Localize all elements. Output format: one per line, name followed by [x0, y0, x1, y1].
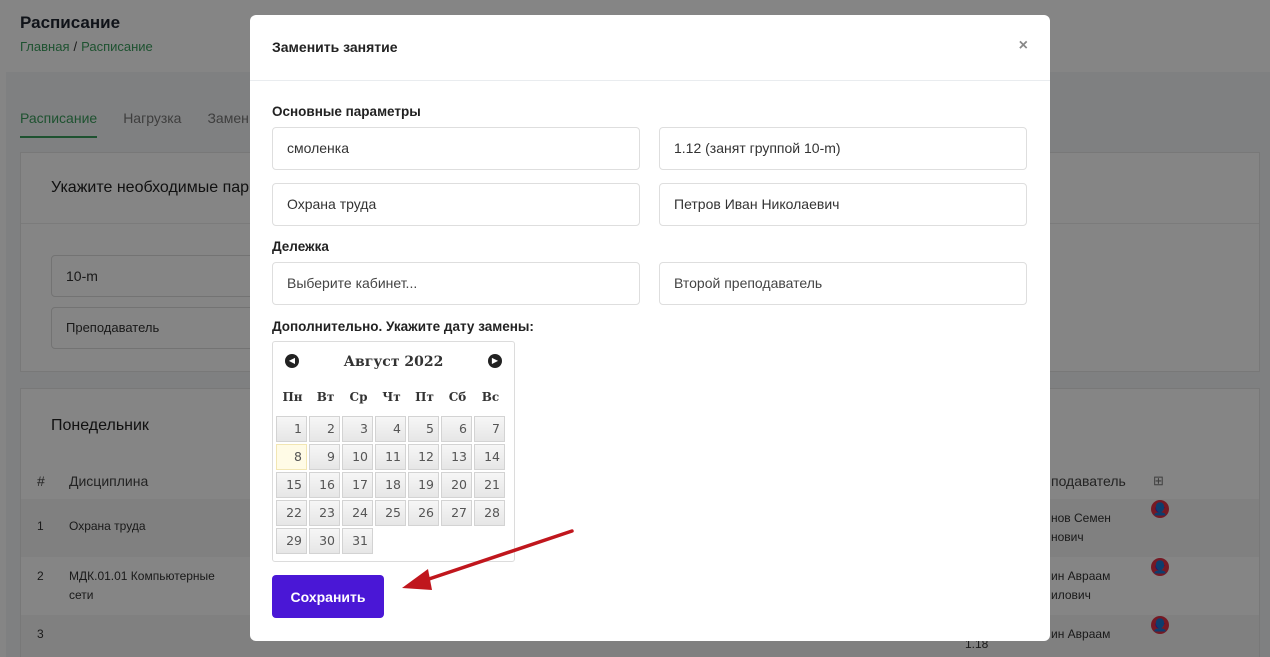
calendar-day[interactable]: 21	[474, 472, 505, 498]
calendar-day[interactable]: 25	[375, 500, 406, 526]
save-button[interactable]: Сохранить	[272, 575, 384, 618]
calendar-day[interactable]: 26	[408, 500, 439, 526]
datepicker: ◀ Август 2022 ▶ Пн Вт Ср Чт Пт Сб Вс 123456789…	[272, 341, 515, 562]
calendar-day[interactable]: 7	[474, 416, 505, 442]
calendar-day[interactable]: 1	[276, 416, 307, 442]
building-select[interactable]: смоленка	[272, 127, 640, 170]
weekday-label: Ср	[349, 390, 368, 404]
calendar-day[interactable]: 30	[309, 528, 340, 554]
datepicker-days: 1 2 3 4 5 6 7 8 9 10 11 12 13 14 15 16 17 18 19 20 21 22 23 24 2…	[276, 416, 511, 554]
calendar-day[interactable]: 2	[309, 416, 340, 442]
calendar-day[interactable]: 19	[408, 472, 439, 498]
extra-label: Дополнительно. Укажите дату замены:	[272, 319, 534, 334]
calendar-day[interactable]: 24	[342, 500, 373, 526]
replace-lesson-modal: Заменить занятие × Основные параметры см…	[250, 15, 1050, 641]
calendar-day[interactable]: 14	[474, 444, 505, 470]
calendar-day[interactable]: 13	[441, 444, 472, 470]
weekday-label: Вт	[316, 390, 335, 404]
calendar-day[interactable]: 27	[441, 500, 472, 526]
modal-title: Заменить занятие	[272, 39, 398, 55]
calendar-day[interactable]: 8	[276, 444, 307, 470]
second-teacher-select[interactable]: Второй преподаватель	[659, 262, 1027, 305]
calendar-day[interactable]: 6	[441, 416, 472, 442]
calendar-day[interactable]: 22	[276, 500, 307, 526]
weekday-label: Вс	[481, 390, 500, 404]
calendar-day[interactable]: 3	[342, 416, 373, 442]
datepicker-month-title: Август 2022	[343, 354, 444, 370]
weekday-label: Пн	[282, 390, 303, 404]
split-label: Дележка	[272, 239, 329, 254]
room-select[interactable]: 1.12 (занят группой 10-m)	[659, 127, 1027, 170]
weekday-label: Пт	[415, 390, 434, 404]
calendar-day[interactable]: 17	[342, 472, 373, 498]
calendar-day[interactable]: 31	[342, 528, 373, 554]
datepicker-header: ◀ Август 2022 ▶	[276, 345, 511, 378]
split-room-select[interactable]: Выберите кабинет...	[272, 262, 640, 305]
calendar-day[interactable]: 4	[375, 416, 406, 442]
calendar-day[interactable]: 28	[474, 500, 505, 526]
calendar-day[interactable]: 29	[276, 528, 307, 554]
subject-select[interactable]: Охрана труда	[272, 183, 640, 226]
calendar-day[interactable]: 16	[309, 472, 340, 498]
calendar-day[interactable]: 20	[441, 472, 472, 498]
modal-header: Заменить занятие ×	[250, 15, 1050, 81]
close-icon[interactable]: ×	[1019, 37, 1028, 55]
weekday-label: Чт	[382, 390, 401, 404]
calendar-day[interactable]: 15	[276, 472, 307, 498]
calendar-day[interactable]: 10	[342, 444, 373, 470]
next-month-icon[interactable]: ▶	[488, 354, 502, 368]
weekday-label: Сб	[448, 390, 467, 404]
datepicker-weekdays: Пн Вт Ср Чт Пт Сб Вс	[276, 378, 511, 416]
calendar-day[interactable]: 12	[408, 444, 439, 470]
calendar-day[interactable]: 18	[375, 472, 406, 498]
calendar-day[interactable]: 9	[309, 444, 340, 470]
teacher-select[interactable]: Петров Иван Николаевич	[659, 183, 1027, 226]
calendar-day[interactable]: 5	[408, 416, 439, 442]
calendar-day[interactable]: 11	[375, 444, 406, 470]
basic-params-label: Основные параметры	[272, 104, 421, 119]
calendar-day[interactable]: 23	[309, 500, 340, 526]
